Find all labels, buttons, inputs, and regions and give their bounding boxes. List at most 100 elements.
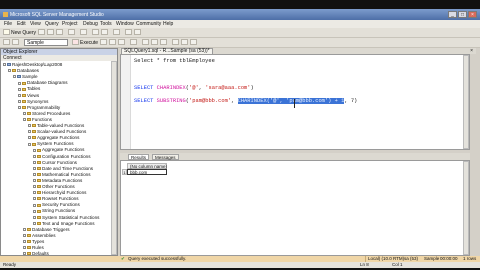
- connect-dropdown[interactable]: Connect: [3, 55, 22, 61]
- code-line-2[interactable]: SELECT CHARINDEX('@', 'sara@aaa.com'): [134, 85, 254, 91]
- tree-item[interactable]: Date and Time Functions: [33, 166, 93, 172]
- new-query-icon[interactable]: [3, 29, 10, 35]
- estimated-plan-icon[interactable]: [130, 39, 137, 45]
- expand-toggle-icon[interactable]: [3, 63, 6, 67]
- menu-project[interactable]: Project: [62, 21, 78, 27]
- tree-item[interactable]: Functions: [23, 117, 52, 123]
- disconnect-icon[interactable]: [12, 39, 19, 45]
- menu-community[interactable]: Community: [136, 21, 161, 27]
- expand-toggle-icon[interactable]: [28, 124, 31, 128]
- menu-window[interactable]: Window: [116, 21, 134, 27]
- comment-icon[interactable]: [172, 39, 179, 45]
- connect-icon[interactable]: [3, 39, 10, 45]
- indent-icon[interactable]: [190, 39, 197, 45]
- execute-icon[interactable]: [72, 39, 79, 45]
- tree-item[interactable]: Aggregate Functions: [28, 135, 79, 141]
- expand-toggle-icon[interactable]: [33, 148, 36, 152]
- uncomment-icon[interactable]: [181, 39, 188, 45]
- tree-item[interactable]: Other Functions: [33, 184, 75, 190]
- tree-item[interactable]: Sample: [13, 74, 38, 80]
- tree-item[interactable]: Rules: [23, 245, 44, 251]
- tree-item[interactable]: Cursor Functions: [33, 160, 77, 166]
- query-editor[interactable]: Select * from tblEmployee SELECT CHARIND…: [120, 54, 470, 150]
- menu-file[interactable]: File: [4, 21, 12, 27]
- results-to-grid-icon[interactable]: [151, 39, 158, 45]
- expand-toggle-icon[interactable]: [33, 179, 36, 183]
- execute-button[interactable]: Execute: [80, 40, 98, 46]
- tree-item[interactable]: String Functions: [33, 208, 75, 214]
- expand-toggle-icon[interactable]: [23, 252, 26, 256]
- copy-icon[interactable]: [80, 29, 87, 35]
- expand-toggle-icon[interactable]: [33, 197, 36, 201]
- menu-debug[interactable]: Debug: [83, 21, 98, 27]
- debug-icon[interactable]: [100, 39, 107, 45]
- tree-item[interactable]: Assemblies: [23, 233, 56, 239]
- tree-item[interactable]: Text and Image Functions: [33, 221, 95, 227]
- expand-toggle-icon[interactable]: [33, 209, 36, 213]
- minimize-button[interactable]: _: [448, 11, 457, 18]
- tree-item[interactable]: System Statistical Functions: [33, 215, 99, 221]
- database-select[interactable]: Sample: [24, 39, 68, 46]
- toolbox-icon[interactable]: [134, 29, 141, 35]
- menu-tools[interactable]: Tools: [100, 21, 112, 27]
- expand-toggle-icon[interactable]: [23, 227, 26, 231]
- expand-toggle-icon[interactable]: [13, 75, 16, 79]
- expand-toggle-icon[interactable]: [33, 203, 36, 207]
- properties-icon[interactable]: [125, 29, 132, 35]
- expand-toggle-icon[interactable]: [18, 81, 21, 85]
- tree-item[interactable]: System Functions: [28, 141, 74, 147]
- expand-toggle-icon[interactable]: [33, 154, 36, 158]
- cancel-query-icon[interactable]: [109, 39, 116, 45]
- tree-item[interactable]: Types: [23, 239, 44, 245]
- tree-item[interactable]: Stored Procedures: [23, 111, 70, 117]
- tree-item[interactable]: Database Triggers: [23, 227, 70, 233]
- tree-item[interactable]: Metadata Functions: [33, 178, 82, 184]
- expand-toggle-icon[interactable]: [33, 221, 36, 225]
- tree-item[interactable]: Hierarchyid Functions: [33, 190, 86, 196]
- results-to-text-icon[interactable]: [142, 39, 149, 45]
- tree-item[interactable]: Rowset Functions: [33, 196, 79, 202]
- tree-item[interactable]: Scalar-valued Functions: [28, 129, 86, 135]
- tree-item[interactable]: Security Functions: [33, 202, 80, 208]
- open-file-icon[interactable]: [38, 29, 45, 35]
- tree-item[interactable]: Mathematical Functions: [33, 172, 91, 178]
- expand-toggle-icon[interactable]: [33, 173, 36, 177]
- maximize-button[interactable]: □: [458, 11, 467, 18]
- expand-toggle-icon[interactable]: [23, 246, 26, 250]
- menu-view[interactable]: View: [30, 21, 41, 27]
- expand-toggle-icon[interactable]: [23, 118, 26, 122]
- results-scrollbar[interactable]: [463, 161, 469, 255]
- close-tab-icon[interactable]: ×: [470, 48, 473, 54]
- code-line-3[interactable]: SELECT SUBSTRING('pam@bbb.com', CHARINDE…: [134, 98, 357, 104]
- new-query-button[interactable]: New Query: [11, 30, 36, 36]
- expand-toggle-icon[interactable]: [28, 142, 31, 146]
- tree-item[interactable]: Synonyms: [18, 99, 48, 105]
- editor-scrollbar[interactable]: [463, 55, 469, 149]
- expand-toggle-icon[interactable]: [33, 185, 36, 189]
- code-line-1[interactable]: Select * from tblEmployee: [134, 58, 215, 64]
- undo-icon[interactable]: [92, 29, 99, 35]
- menu-edit[interactable]: Edit: [17, 21, 26, 27]
- tree-item[interactable]: Aggregate Functions: [33, 147, 84, 153]
- tree-item[interactable]: Database Diagrams: [18, 80, 68, 86]
- tree-item[interactable]: Programmability: [18, 105, 60, 111]
- tree-item[interactable]: Databases: [8, 68, 39, 74]
- menu-query[interactable]: Query: [45, 21, 59, 27]
- expand-toggle-icon[interactable]: [28, 130, 31, 134]
- tree-item[interactable]: Configuration Functions: [33, 154, 91, 160]
- expand-toggle-icon[interactable]: [23, 112, 26, 116]
- expand-toggle-icon[interactable]: [8, 69, 11, 73]
- results-to-file-icon[interactable]: [160, 39, 167, 45]
- expand-toggle-icon[interactable]: [18, 93, 21, 97]
- expand-toggle-icon[interactable]: [18, 105, 21, 109]
- tree-item[interactable]: Views: [18, 93, 39, 99]
- parse-icon[interactable]: [118, 39, 125, 45]
- expand-toggle-icon[interactable]: [18, 87, 21, 91]
- close-button[interactable]: ×: [468, 11, 477, 18]
- expand-toggle-icon[interactable]: [33, 160, 36, 164]
- save-all-icon[interactable]: [56, 29, 63, 35]
- expand-toggle-icon[interactable]: [28, 136, 31, 140]
- object-explorer-scrollbar[interactable]: [111, 61, 117, 255]
- redo-icon[interactable]: [101, 29, 108, 35]
- expand-toggle-icon[interactable]: [23, 234, 26, 238]
